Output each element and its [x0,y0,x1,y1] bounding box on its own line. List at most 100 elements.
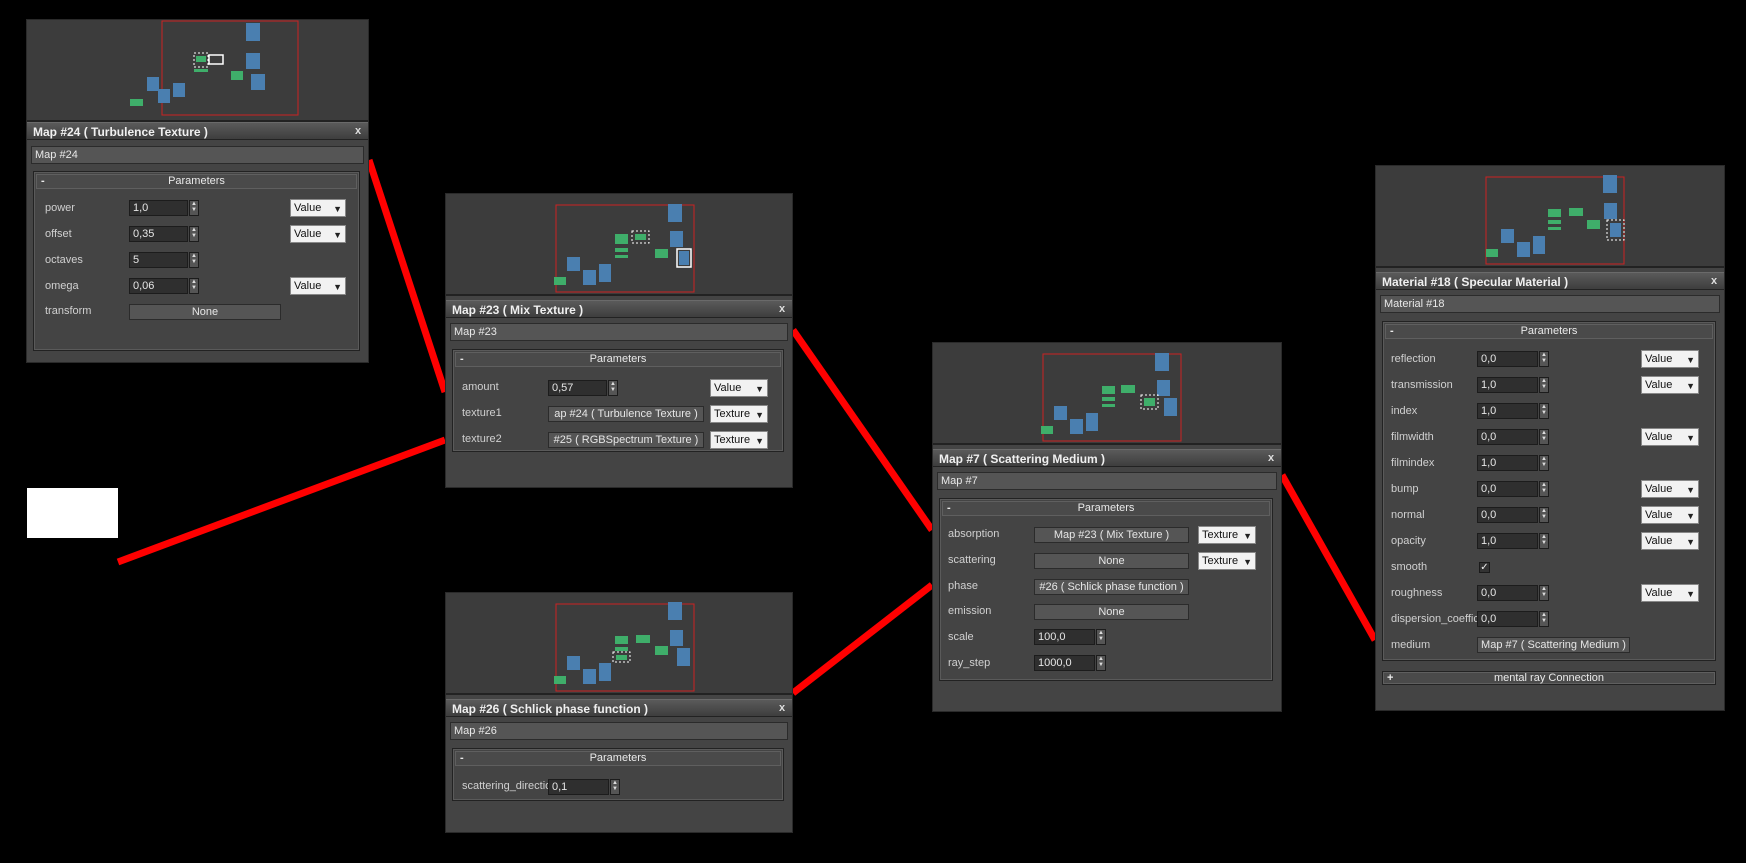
node-title[interactable]: Map #7 ( Scattering Medium ) x [933,449,1281,467]
map-slot-button[interactable]: #25 ( RGBSpectrum Texture ) [548,432,704,448]
param-spinner[interactable]: 100,0 ▲ ▼ [1034,629,1106,645]
mental-ray-connection-rollout[interactable]: + mental ray Connection [1382,671,1716,685]
param-spinner[interactable]: 0,0 ▲ ▼ [1477,351,1549,367]
node-name-field[interactable]: Material #18 [1380,295,1720,313]
spinner-arrows-icon[interactable]: ▲ ▼ [1539,585,1549,601]
spinner-value[interactable]: 1,0 [1477,455,1538,471]
node-map23[interactable]: Map #23 ( Mix Texture ) x Map #23 - Para… [445,193,793,488]
spinner-arrows-icon[interactable]: ▲ ▼ [1539,351,1549,367]
node-map24[interactable]: Map #24 ( Turbulence Texture ) x Map #24… [26,19,369,363]
param-mode-dropdown[interactable]: Texture ▼ [1198,526,1256,544]
spinner-arrows-icon[interactable]: ▲ ▼ [610,779,620,795]
close-icon[interactable]: x [1708,273,1720,291]
rollout-header[interactable]: - Parameters [1385,324,1713,339]
param-spinner[interactable]: 0,0 ▲ ▼ [1477,507,1549,523]
spinner-arrows-icon[interactable]: ▲ ▼ [1539,507,1549,523]
spinner-arrows-icon[interactable]: ▲ ▼ [1096,629,1106,645]
node-title[interactable]: Material #18 ( Specular Material ) x [1376,272,1724,290]
node-name-field[interactable]: Map #23 [450,323,788,341]
spinner-value[interactable]: 0,1 [548,779,609,795]
param-mode-dropdown[interactable]: Value ▼ [710,379,768,397]
rollout-header[interactable]: - Parameters [455,751,781,766]
param-mode-dropdown[interactable]: Value ▼ [1641,376,1699,394]
param-spinner[interactable]: 0,0 ▲ ▼ [1477,585,1549,601]
node-name-field[interactable]: Map #7 [937,472,1277,490]
spinner-value[interactable]: 1,0 [1477,377,1538,393]
map-slot-button[interactable]: #26 ( Schlick phase function ) [1034,579,1189,595]
spinner-value[interactable]: 0,0 [1477,351,1538,367]
node-title[interactable]: Map #26 ( Schlick phase function ) x [446,699,792,717]
spinner-value[interactable]: 0,0 [1477,611,1538,627]
rollout-header[interactable]: - Parameters [942,501,1270,516]
param-spinner[interactable]: 0,0 ▲ ▼ [1477,611,1549,627]
spinner-arrows-icon[interactable]: ▲ ▼ [1539,611,1549,627]
spinner-arrows-icon[interactable]: ▲ ▼ [189,252,199,268]
collapse-icon[interactable]: - [460,752,464,765]
spinner-value[interactable]: 1,0 [1477,533,1538,549]
node-title[interactable]: Map #23 ( Mix Texture ) x [446,300,792,318]
param-mode-dropdown[interactable]: Value ▼ [1641,532,1699,550]
param-mode-dropdown[interactable]: Value ▼ [290,225,346,243]
param-spinner[interactable]: 1,0 ▲ ▼ [1477,455,1549,471]
param-spinner[interactable]: 0,35 ▲ ▼ [129,226,199,242]
param-mode-dropdown[interactable]: Value ▼ [290,277,346,295]
param-spinner[interactable]: 1,0 ▲ ▼ [1477,403,1549,419]
param-spinner[interactable]: 5 ▲ ▼ [129,252,199,268]
spinner-value[interactable]: 0,0 [1477,585,1538,601]
spinner-arrows-icon[interactable]: ▲ ▼ [189,278,199,294]
close-icon[interactable]: x [1265,450,1277,468]
collapse-icon[interactable]: - [41,175,45,188]
spinner-value[interactable]: 0,0 [1477,429,1538,445]
param-mode-dropdown[interactable]: Value ▼ [1641,584,1699,602]
collapse-icon[interactable]: - [947,502,951,515]
map-slot-button[interactable]: Map #7 ( Scattering Medium ) [1477,637,1630,653]
spinner-arrows-icon[interactable]: ▲ ▼ [1539,377,1549,393]
rollout-header[interactable]: - Parameters [36,174,357,189]
node-title[interactable]: Map #24 ( Turbulence Texture ) x [27,122,368,140]
param-spinner[interactable]: 1000,0 ▲ ▼ [1034,655,1106,671]
spinner-arrows-icon[interactable]: ▲ ▼ [1539,403,1549,419]
param-mode-dropdown[interactable]: Value ▼ [1641,350,1699,368]
spinner-value[interactable]: 1,0 [129,200,188,216]
spinner-arrows-icon[interactable]: ▲ ▼ [1539,481,1549,497]
close-icon[interactable]: x [776,700,788,718]
spinner-arrows-icon[interactable]: ▲ ▼ [1096,655,1106,671]
node-map7[interactable]: Map #7 ( Scattering Medium ) x Map #7 - … [932,342,1282,712]
spinner-arrows-icon[interactable]: ▲ ▼ [1539,533,1549,549]
close-icon[interactable]: x [352,123,364,141]
map-slot-button[interactable]: None [1034,553,1189,569]
param-mode-dropdown[interactable]: Value ▼ [1641,428,1699,446]
expand-icon[interactable]: + [1387,672,1393,684]
param-mode-dropdown[interactable]: Texture ▼ [710,405,768,423]
node-material18[interactable]: Material #18 ( Specular Material ) x Mat… [1375,165,1725,711]
param-spinner[interactable]: 0,06 ▲ ▼ [129,278,199,294]
param-spinner[interactable]: 1,0 ▲ ▼ [1477,533,1549,549]
spinner-value[interactable]: 0,06 [129,278,188,294]
close-icon[interactable]: x [776,301,788,319]
param-spinner[interactable]: 1,0 ▲ ▼ [129,200,199,216]
spinner-arrows-icon[interactable]: ▲ ▼ [189,200,199,216]
map-slot-button[interactable]: None [1034,604,1189,620]
map-slot-button[interactable]: ap #24 ( Turbulence Texture ) [548,406,704,422]
spinner-arrows-icon[interactable]: ▲ ▼ [1539,429,1549,445]
map-slot-button[interactable]: Map #23 ( Mix Texture ) [1034,527,1189,543]
spinner-value[interactable]: 0,57 [548,380,607,396]
spinner-value[interactable]: 0,0 [1477,507,1538,523]
param-mode-dropdown[interactable]: Value ▼ [1641,506,1699,524]
map-slot-button[interactable]: None [129,304,281,320]
smooth-checkbox[interactable]: ✓ [1479,562,1490,573]
node-name-field[interactable]: Map #24 [31,146,364,164]
param-spinner[interactable]: 0,0 ▲ ▼ [1477,429,1549,445]
spinner-value[interactable]: 1000,0 [1034,655,1095,671]
rollout-header[interactable]: - Parameters [455,352,781,367]
param-mode-dropdown[interactable]: Value ▼ [1641,480,1699,498]
param-mode-dropdown[interactable]: Texture ▼ [1198,552,1256,570]
param-spinner[interactable]: 0,1 ▲ ▼ [548,779,620,795]
param-spinner[interactable]: 0,57 ▲ ▼ [548,380,618,396]
param-mode-dropdown[interactable]: Value ▼ [290,199,346,217]
spinner-value[interactable]: 5 [129,252,188,268]
param-spinner[interactable]: 1,0 ▲ ▼ [1477,377,1549,393]
collapse-icon[interactable]: - [1390,325,1394,338]
spinner-value[interactable]: 0,35 [129,226,188,242]
collapse-icon[interactable]: - [460,353,464,366]
